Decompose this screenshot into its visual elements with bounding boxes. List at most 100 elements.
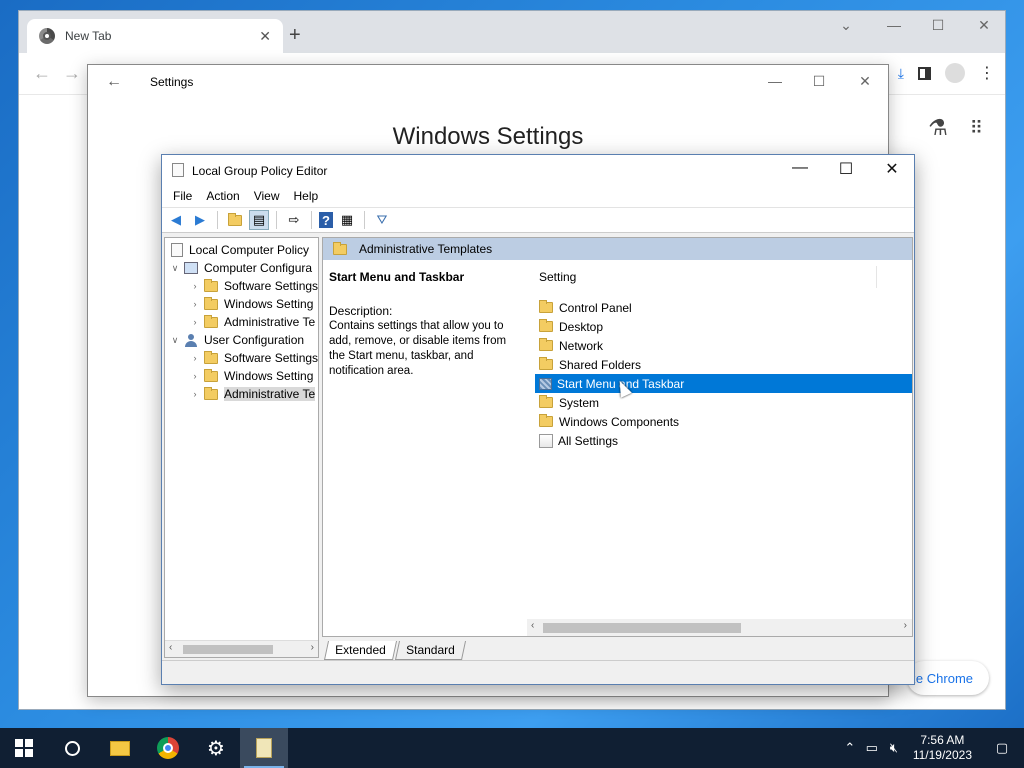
tree-item-label: User Configuration [204,333,305,347]
scrollbar-thumb[interactable] [543,623,741,633]
list-item-network[interactable]: Network [535,336,912,355]
taskbar-file-explorer[interactable] [96,728,144,768]
tree-item-computer-configuration[interactable]: ∨ Computer Configura [169,259,312,277]
list-item-control-panel[interactable]: Control Panel [535,298,912,317]
download-icon[interactable]: ⤓ [898,65,904,82]
volume-muted-icon[interactable]: 🔇︎ [883,740,905,756]
customize-chrome-button[interactable]: ize Chrome [906,661,989,695]
gear-icon: ⚙ [207,737,225,760]
chevron-down-icon[interactable]: ⌄ [831,17,861,34]
list-horizontal-scrollbar[interactable]: ‹ › [527,619,912,636]
tree-item-user-configuration[interactable]: ∨ User Configuration [169,331,304,349]
taskbar-settings[interactable]: ⚙ [192,728,240,768]
chrome-back-button[interactable]: ← [33,63,51,84]
close-tab-icon[interactable]: ✕ [259,28,271,45]
tree-item-admin-templates-computer[interactable]: › Administrative Te [189,313,315,331]
more-menu-icon[interactable]: ⋮ [979,63,995,83]
description-pane: Start Menu and Taskbar Description: Cont… [329,270,519,379]
chevron-up-icon[interactable]: ⌃ [839,740,861,756]
list-item-windows-components[interactable]: Windows Components [535,412,912,431]
list-item-desktop[interactable]: Desktop [535,317,912,336]
new-tab-button[interactable]: + [289,25,301,45]
toolbar-separator [217,211,218,229]
menu-action[interactable]: Action [199,185,246,207]
gpedit-window-title: Local Group Policy Editor [192,164,328,178]
scroll-right-icon[interactable]: › [904,620,907,631]
notifications-icon[interactable]: ▢ [980,740,1024,756]
forward-arrow-icon[interactable]: ▶ [190,210,210,230]
chrome-forward-button[interactable]: → [63,63,81,84]
tree-item-windows-settings-user[interactable]: › Windows Setting [189,367,313,385]
network-icon[interactable]: ▭ [861,740,883,756]
folder-icon [539,319,553,332]
tree-item-software-settings-user[interactable]: › Software Settings [189,349,318,367]
column-header-setting[interactable]: Setting [527,266,877,288]
description-text: Contains settings that allow you to add,… [329,320,507,377]
filter-icon[interactable]: ⛛ [372,210,392,230]
labs-flask-icon[interactable]: ⚗ [928,115,948,141]
chevron-right-icon[interactable]: › [189,299,201,309]
chevron-right-icon[interactable]: › [189,353,201,363]
tree-item-software-settings-computer[interactable]: › Software Settings [189,277,318,295]
clock[interactable]: 7:56 AM 11/19/2023 [905,733,980,763]
tree-item-label: Administrative Te [224,315,316,329]
tree-item-windows-settings-computer[interactable]: › Windows Setting [189,295,313,313]
list-item-system[interactable]: System [535,393,912,412]
all-settings-icon [539,433,553,448]
apps-grid-icon[interactable]: ⠿ [970,118,983,139]
menu-file[interactable]: File [166,185,199,207]
settings-back-button[interactable]: ← [106,73,122,91]
folder-icon [539,338,553,351]
tree-item-label: Administrative Te [224,387,316,401]
tab-standard[interactable]: Standard [394,641,466,660]
scroll-left-icon[interactable]: ‹ [169,642,172,653]
tab-extended[interactable]: Extended [323,641,397,660]
list-item-start-menu-and-taskbar[interactable]: Start Menu and Taskbar [535,374,912,393]
chevron-right-icon[interactable]: › [189,389,201,399]
chevron-down-icon[interactable]: ∨ [169,263,181,274]
settings-minimize-button[interactable]: — [760,73,790,89]
chrome-logo-icon [39,28,55,44]
export-list-icon[interactable]: ⇨ [284,210,304,230]
list-item-shared-folders[interactable]: Shared Folders [535,355,912,374]
windows-logo-icon [15,739,33,757]
help-icon[interactable]: ? [319,212,333,228]
tree-horizontal-scrollbar[interactable]: ‹ › [165,640,318,657]
gpedit-close-button[interactable]: ✕ [872,159,912,179]
gpedit-status-bar [162,660,914,684]
menu-help[interactable]: Help [287,185,326,207]
policy-doc-icon [171,243,183,257]
chevron-right-icon[interactable]: › [189,371,201,381]
show-hide-tree-icon[interactable]: ▤ [249,210,269,230]
chrome-close-button[interactable]: ✕ [969,17,999,34]
start-button[interactable] [0,728,48,768]
taskbar-group-policy-editor[interactable] [240,728,288,768]
properties-icon[interactable]: ▦ [337,210,357,230]
chevron-right-icon[interactable]: › [189,317,201,327]
gpedit-minimize-button[interactable]: — [780,159,820,177]
menu-view[interactable]: View [247,185,287,207]
scrollbar-thumb[interactable] [183,645,273,654]
tree-item-local-computer-policy[interactable]: Local Computer Policy [171,241,309,259]
list-item-all-settings[interactable]: All Settings [535,431,912,450]
up-folder-icon[interactable] [225,210,245,230]
gpedit-app-icon [172,163,184,177]
settings-maximize-button[interactable]: ☐ [804,73,834,90]
tree-item-admin-templates-user[interactable]: › Administrative Te [189,385,316,403]
search-button[interactable] [48,728,96,768]
profile-avatar[interactable] [945,63,965,83]
side-panel-icon[interactable] [918,66,931,80]
chrome-tab-new-tab[interactable]: New Tab ✕ [27,19,283,53]
settings-window-title: Settings [150,75,194,89]
chrome-minimize-button[interactable]: — [879,17,909,33]
back-arrow-icon[interactable]: ◀ [166,210,186,230]
chrome-maximize-button[interactable]: ☐ [923,17,953,34]
scroll-left-icon[interactable]: ‹ [531,620,534,631]
taskbar-chrome[interactable] [144,728,192,768]
gpedit-maximize-button[interactable]: ☐ [826,159,866,179]
chevron-right-icon[interactable]: › [189,281,201,291]
settings-close-button[interactable]: ✕ [850,73,880,90]
toolbar-separator [311,211,312,229]
chevron-down-icon[interactable]: ∨ [169,335,181,346]
scroll-right-icon[interactable]: › [311,642,314,653]
